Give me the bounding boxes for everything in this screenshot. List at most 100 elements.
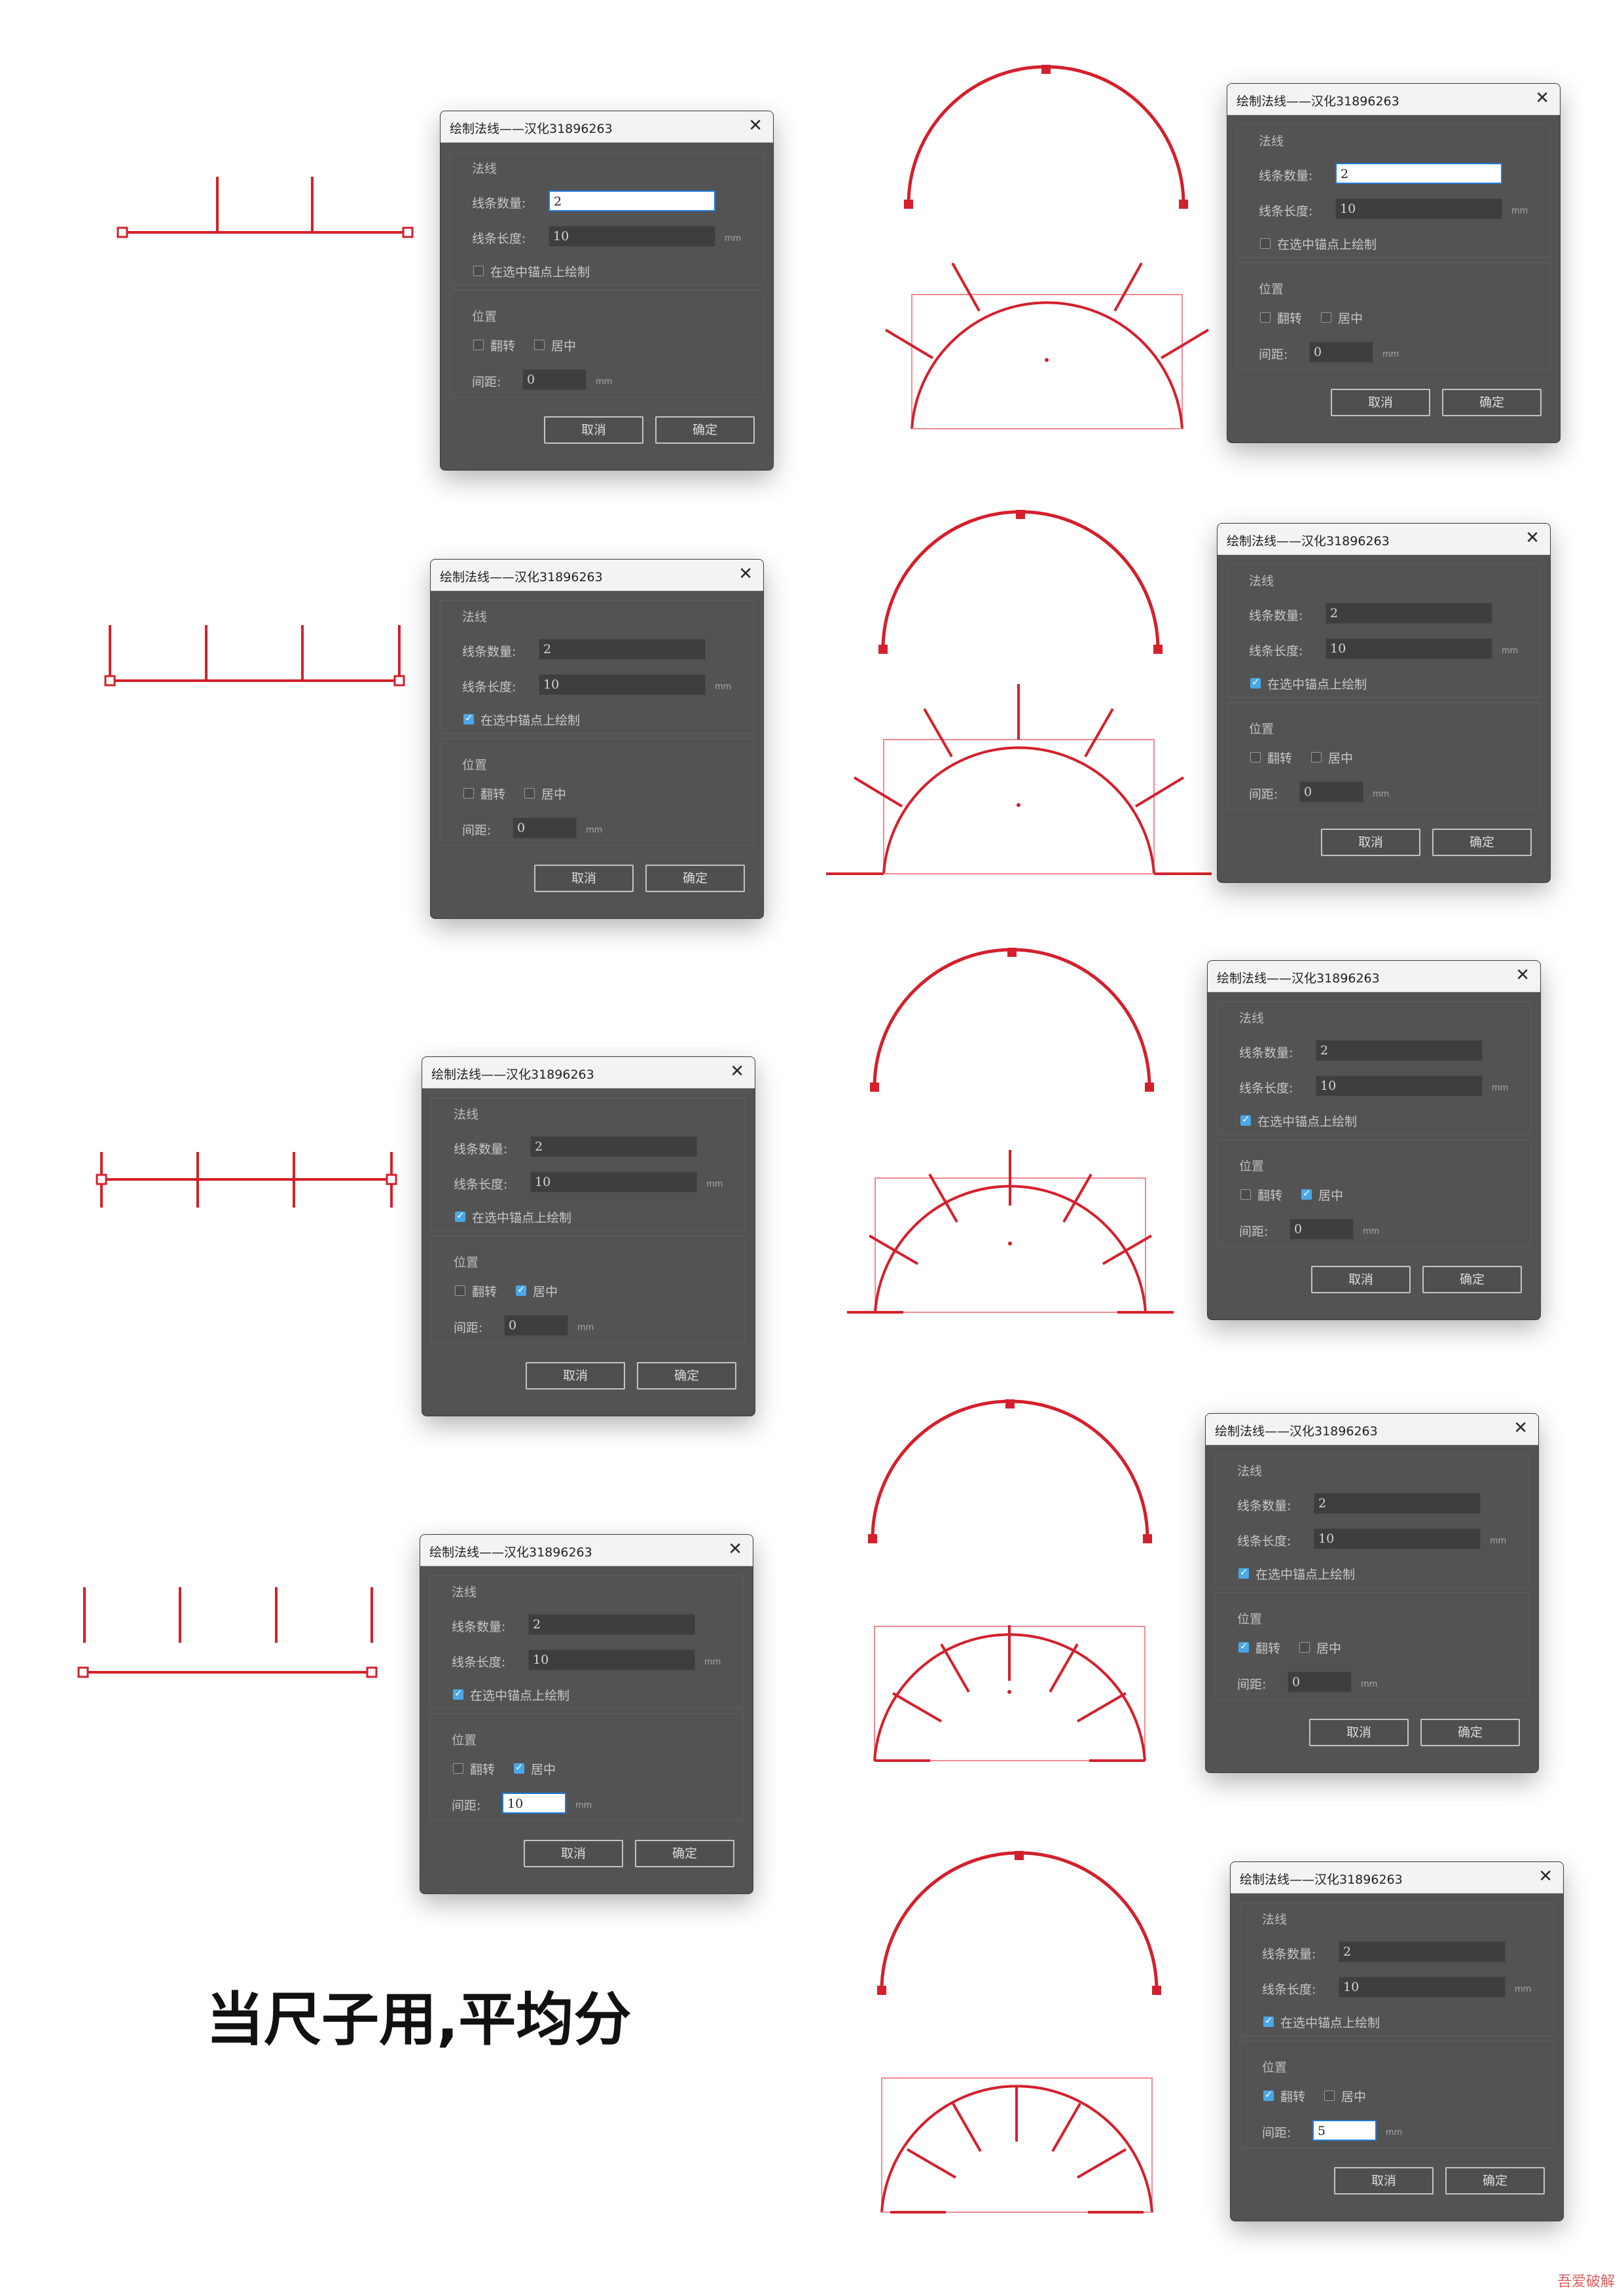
length-input[interactable]: 10 <box>1314 1528 1481 1549</box>
flip-checkbox[interactable] <box>1263 2089 1274 2101</box>
length-input[interactable]: 10 <box>1326 638 1492 659</box>
length-unit: mm <box>715 682 732 692</box>
flip-checkbox[interactable] <box>1240 1189 1251 1200</box>
count-input[interactable]: 2 <box>1339 1941 1506 1962</box>
center-checkbox[interactable] <box>1299 1642 1310 1653</box>
anchor-checkbox[interactable] <box>1240 1113 1251 1126</box>
flip-checkbox[interactable] <box>463 788 474 798</box>
close-icon[interactable]: ✕ <box>1525 528 1540 548</box>
spacing-unit: mm <box>575 1801 592 1810</box>
spacing-unit: mm <box>586 825 603 835</box>
ok-button[interactable]: 确定 <box>1445 2167 1545 2195</box>
flip-label: 翻转 <box>1257 1189 1283 1203</box>
normals-group-label: 法线 <box>472 162 497 176</box>
ok-button[interactable]: 确定 <box>1422 1266 1522 1293</box>
cancel-button[interactable]: 取消 <box>1309 1719 1409 1746</box>
anchor-checkbox[interactable] <box>1250 676 1261 689</box>
cancel-button[interactable]: 取消 <box>1334 2167 1434 2195</box>
close-icon[interactable]: ✕ <box>1538 1867 1553 1886</box>
spacing-input[interactable]: 0 <box>1309 342 1373 363</box>
length-input[interactable]: 10 <box>1339 1977 1506 1998</box>
spacing-input[interactable]: 10 <box>502 1793 566 1814</box>
cancel-button[interactable]: 取消 <box>524 1840 623 1867</box>
close-icon[interactable]: ✕ <box>730 1062 744 1081</box>
close-icon[interactable]: ✕ <box>728 1539 742 1559</box>
example-right-4: 绘制法线——汉化31896263 ✕ 法线 线条数量: 2 线条长度: 10 m… <box>838 1388 1620 1806</box>
cancel-button[interactable]: 取消 <box>1311 1266 1411 1293</box>
ok-button[interactable]: 确定 <box>645 865 745 892</box>
anchor-point <box>877 1986 886 1995</box>
close-icon[interactable]: ✕ <box>738 564 753 584</box>
center-checkbox[interactable] <box>516 1283 526 1296</box>
flip-checkbox[interactable] <box>1250 752 1261 762</box>
length-input[interactable]: 10 <box>1335 198 1502 219</box>
length-unit: mm <box>1492 1083 1509 1093</box>
center-checkbox[interactable] <box>514 1761 524 1774</box>
length-label: 线条长度: <box>1262 1982 1316 1997</box>
count-input[interactable]: 2 <box>528 1614 695 1635</box>
length-unit: mm <box>725 234 742 243</box>
anchor-checkbox[interactable] <box>1263 2015 1274 2027</box>
spacing-input[interactable]: 0 <box>504 1315 568 1336</box>
count-input[interactable]: 2 <box>1314 1493 1481 1514</box>
length-input[interactable]: 10 <box>549 226 715 247</box>
normals-group-label: 法线 <box>1239 1011 1265 1026</box>
spacing-input[interactable]: 0 <box>1290 1219 1354 1240</box>
flip-checkbox[interactable] <box>453 1763 463 1774</box>
length-input[interactable]: 10 <box>539 674 706 695</box>
anchor-checkbox[interactable] <box>455 1210 465 1222</box>
anchor-checkbox[interactable] <box>463 712 474 725</box>
cancel-button[interactable]: 取消 <box>534 865 634 892</box>
anchor-checkbox[interactable] <box>473 266 484 276</box>
count-input[interactable]: 2 <box>1335 163 1502 184</box>
draw-normals-dialog: 绘制法线——汉化31896263 ✕ 法线 线条数量: 2 线条长度: 10 m… <box>1227 84 1560 442</box>
length-input[interactable]: 10 <box>530 1172 697 1193</box>
flip-checkbox[interactable] <box>1260 312 1271 323</box>
anchor-checkbox[interactable] <box>1238 1566 1249 1579</box>
close-icon[interactable]: ✕ <box>1535 88 1549 108</box>
spacing-input[interactable]: 0 <box>1299 781 1363 802</box>
ok-button[interactable]: 确定 <box>637 1362 736 1390</box>
center-checkbox[interactable] <box>1324 2090 1335 2101</box>
ok-button[interactable]: 确定 <box>1420 1719 1520 1746</box>
flip-checkbox[interactable] <box>455 1285 465 1296</box>
spacing-input[interactable]: 0 <box>522 369 586 390</box>
center-checkbox[interactable] <box>524 788 535 798</box>
ok-button[interactable]: 确定 <box>1442 389 1542 416</box>
ok-button[interactable]: 确定 <box>655 416 755 444</box>
center-checkbox[interactable] <box>534 340 545 350</box>
cancel-button[interactable]: 取消 <box>544 416 643 444</box>
spacing-input[interactable]: 5 <box>1312 2120 1377 2141</box>
count-input[interactable]: 2 <box>539 639 706 660</box>
ok-button[interactable]: 确定 <box>1432 829 1532 856</box>
normal-line <box>1134 776 1185 808</box>
flip-checkbox[interactable] <box>1238 1640 1249 1653</box>
position-group-label: 位置 <box>1259 282 1284 296</box>
cancel-button[interactable]: 取消 <box>526 1362 625 1390</box>
anchor-checkbox[interactable] <box>1260 238 1271 249</box>
count-input[interactable]: 2 <box>549 190 715 211</box>
length-input[interactable]: 10 <box>1316 1075 1483 1096</box>
spacing-input[interactable]: 0 <box>1288 1672 1352 1693</box>
center-checkbox[interactable] <box>1301 1187 1312 1200</box>
count-input[interactable]: 2 <box>530 1136 697 1157</box>
close-icon[interactable]: ✕ <box>748 116 763 135</box>
arc-path <box>911 301 1183 429</box>
count-input[interactable]: 2 <box>1316 1040 1483 1061</box>
cancel-button[interactable]: 取消 <box>1321 829 1420 856</box>
dialog-titlebar: 绘制法线——汉化31896263 ✕ <box>1227 84 1560 115</box>
flip-checkbox[interactable] <box>473 340 484 350</box>
close-icon[interactable]: ✕ <box>1515 965 1530 985</box>
count-input[interactable]: 2 <box>1326 603 1492 624</box>
spacing-label: 间距: <box>1259 348 1288 362</box>
length-input[interactable]: 10 <box>528 1649 695 1670</box>
anchor-checkbox[interactable] <box>453 1687 463 1700</box>
center-checkbox[interactable] <box>1321 312 1331 323</box>
ruler-figure <box>96 1152 397 1208</box>
center-checkbox[interactable] <box>1311 752 1322 762</box>
spacing-input[interactable]: 0 <box>513 817 577 838</box>
cancel-button[interactable]: 取消 <box>1331 389 1430 416</box>
close-icon[interactable]: ✕ <box>1513 1418 1528 1438</box>
count-label: 线条数量: <box>452 1620 506 1634</box>
ok-button[interactable]: 确定 <box>635 1840 734 1867</box>
